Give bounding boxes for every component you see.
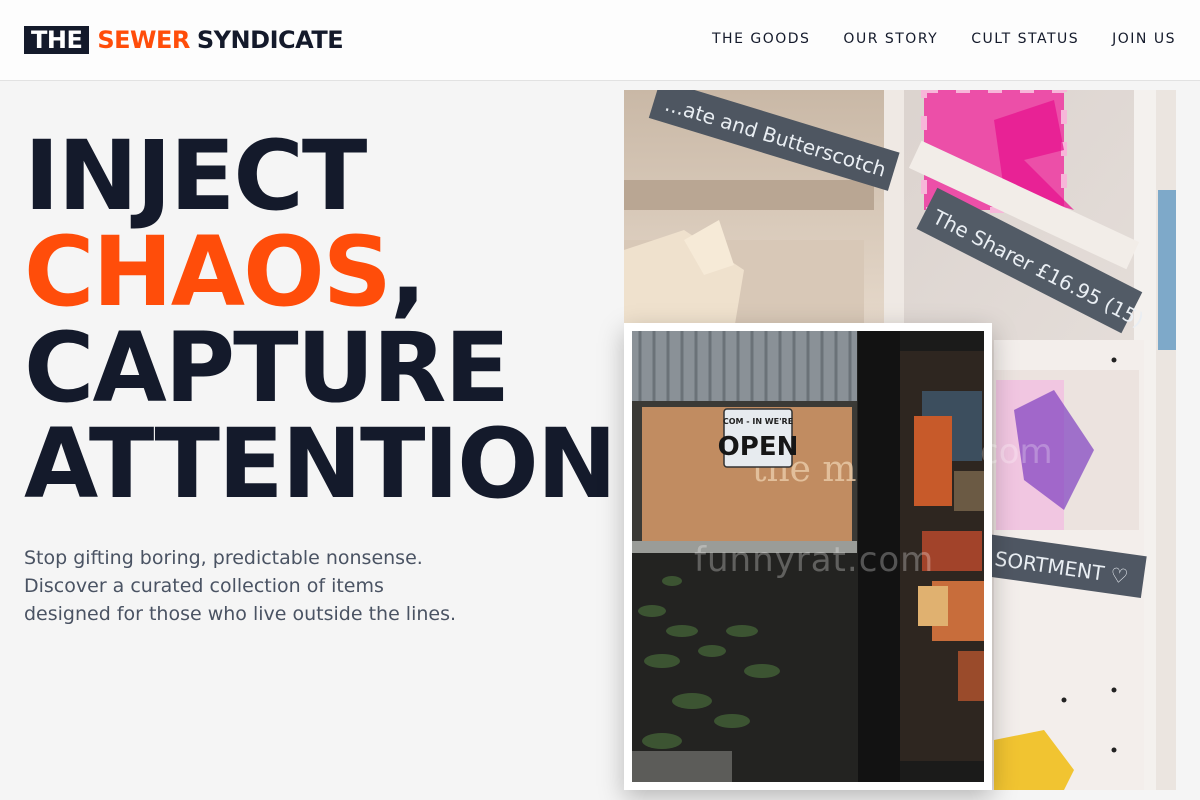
open-sign-top: COM - IN WE'RE xyxy=(723,417,793,426)
logo-rest-text: SYNDICATE xyxy=(196,26,344,54)
headline-line-1: INJECT xyxy=(24,120,367,232)
image-watermark-partial: com xyxy=(980,432,1053,472)
logo-accent-text: SEWER xyxy=(97,26,190,54)
nav-link-our-story[interactable]: OUR STORY xyxy=(843,31,938,47)
nav-link-join-us[interactable]: JOIN US xyxy=(1112,31,1176,47)
logo-box-text: THE xyxy=(24,26,90,54)
main-nav: THE GOODS OUR STORY CULT STATUS JOIN US xyxy=(712,31,1176,47)
headline-line-4: ATTENTION. xyxy=(24,408,652,520)
nav-link-the-goods[interactable]: THE GOODS xyxy=(712,31,810,47)
headline-line-2: CHAOS, xyxy=(24,224,650,320)
site-header: THE SEWER SYNDICATE THE GOODS OUR STORY … xyxy=(0,0,1200,81)
headline-line-3: CAPTURE xyxy=(24,312,510,424)
nav-link-cult-status[interactable]: CULT STATUS xyxy=(971,31,1079,47)
hero-subtext: Stop gifting boring, predictable nonsens… xyxy=(24,547,457,625)
site-logo[interactable]: THE SEWER SYNDICATE xyxy=(24,26,344,54)
hero-headline: INJECT CHAOS, CAPTURE ATTENTION. xyxy=(24,120,652,520)
image-watermark: funnyrat.com xyxy=(694,540,935,580)
open-sign-main: OPEN xyxy=(718,432,799,462)
